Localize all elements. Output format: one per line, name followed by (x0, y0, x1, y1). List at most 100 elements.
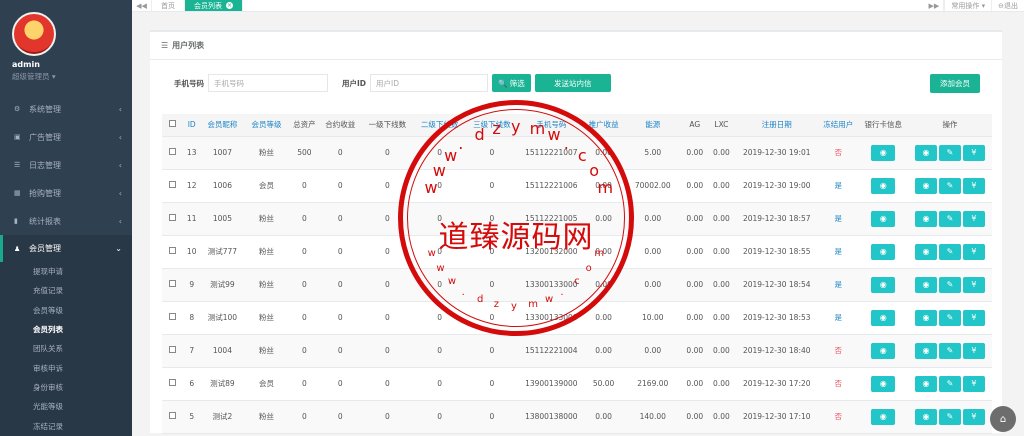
row-checkbox[interactable] (168, 247, 176, 254)
frozen-status[interactable]: 是 (817, 235, 859, 269)
table-cell: 0.00 (623, 202, 683, 236)
tabs-scroll-left-icon[interactable]: ◀◀ (132, 0, 152, 11)
row-checkbox-cell[interactable] (162, 235, 183, 269)
row-checkbox[interactable] (168, 412, 176, 419)
view-button[interactable]: ◉ (914, 375, 937, 392)
table-cell: 13200132000 (518, 235, 585, 269)
row-checkbox-cell[interactable] (162, 202, 183, 236)
row-checkbox-cell[interactable] (162, 169, 183, 203)
edit-button[interactable]: ✎ (938, 375, 961, 392)
view-bank-card-button[interactable]: ◉ (871, 309, 896, 326)
phone-input[interactable]: 手机号码 (208, 74, 328, 92)
tabs-scroll-right-icon[interactable]: ▶▶ (924, 0, 945, 11)
view-button[interactable]: ◉ (914, 243, 937, 260)
money-button[interactable]: ¥ (962, 276, 985, 293)
sidebar-item[interactable]: ⚙ 系统管理 ‹ (0, 95, 132, 123)
frozen-status[interactable]: 是 (817, 169, 859, 203)
tab-home[interactable]: 首页 (152, 0, 185, 11)
money-button[interactable]: ¥ (962, 408, 985, 425)
money-button[interactable]: ¥ (962, 243, 985, 260)
actions-cell: ◉ ✎ ¥ (907, 400, 992, 434)
frozen-status[interactable]: 是 (817, 268, 859, 302)
view-button[interactable]: ◉ (914, 210, 937, 227)
money-button[interactable]: ¥ (962, 144, 985, 161)
edit-button[interactable]: ✎ (938, 408, 961, 425)
row-checkbox[interactable] (168, 346, 176, 353)
submenu-item[interactable]: 充值记录 (0, 281, 132, 300)
edit-button[interactable]: ✎ (938, 342, 961, 359)
edit-button[interactable]: ✎ (938, 144, 961, 161)
gear-icon: ⚙ (14, 105, 21, 113)
column-header: LXC (707, 114, 736, 137)
submenu-item[interactable]: 团队关系 (0, 339, 132, 358)
submenu-item[interactable]: 提现申请 (0, 262, 132, 281)
submenu-item[interactable]: 会员等级 (0, 301, 132, 320)
row-checkbox-cell[interactable] (162, 400, 183, 434)
submenu-item[interactable]: 会员列表 (0, 320, 132, 339)
add-member-button[interactable]: 添加会员 (930, 74, 980, 93)
frozen-status[interactable]: 否 (817, 400, 859, 434)
view-bank-card-button[interactable]: ◉ (871, 210, 896, 227)
edit-button[interactable]: ✎ (938, 309, 961, 326)
submenu-item[interactable]: 光能等级 (0, 397, 132, 416)
user-role-dropdown[interactable]: 超级管理员 ▾ (12, 71, 120, 82)
view-bank-card-button[interactable]: ◉ (871, 342, 896, 359)
sidebar-item[interactable]: ▣ 广告管理 ‹ (0, 123, 132, 151)
view-button[interactable]: ◉ (914, 276, 937, 293)
view-button[interactable]: ◉ (914, 408, 937, 425)
money-button[interactable]: ¥ (962, 375, 985, 392)
edit-button[interactable]: ✎ (938, 210, 961, 227)
view-bank-card-button[interactable]: ◉ (871, 177, 896, 194)
sidebar-item[interactable]: ☰ 日志管理 ‹ (0, 151, 132, 179)
sidebar-item[interactable]: ♟ 会员管理 ⌄ (0, 235, 132, 262)
sidebar-item[interactable]: ▦ 抢购管理 ‹ (0, 179, 132, 207)
view-button[interactable]: ◉ (914, 144, 937, 161)
actions-cell: ◉ ✎ ¥ (907, 202, 992, 236)
row-checkbox-cell[interactable] (162, 334, 183, 368)
view-bank-card-button[interactable]: ◉ (871, 144, 896, 161)
row-checkbox-cell[interactable] (162, 268, 183, 302)
money-button[interactable]: ¥ (962, 177, 985, 194)
edit-button[interactable]: ✎ (938, 177, 961, 194)
view-bank-card-button[interactable]: ◉ (871, 276, 896, 293)
edit-button[interactable]: ✎ (938, 276, 961, 293)
row-checkbox[interactable] (168, 379, 176, 386)
row-checkbox[interactable] (168, 181, 176, 188)
row-checkbox[interactable] (168, 280, 176, 287)
money-button[interactable]: ¥ (962, 210, 985, 227)
view-bank-card-button[interactable]: ◉ (871, 408, 896, 425)
frozen-status[interactable]: 是 (817, 301, 859, 335)
avatar[interactable] (12, 12, 56, 56)
view-bank-card-button[interactable]: ◉ (871, 375, 896, 392)
close-icon[interactable]: × (226, 2, 233, 9)
submenu-item[interactable]: 审核申诉 (0, 358, 132, 377)
view-button[interactable]: ◉ (914, 309, 937, 326)
view-bank-card-button[interactable]: ◉ (871, 243, 896, 260)
row-checkbox[interactable] (168, 214, 176, 221)
row-checkbox-cell[interactable] (162, 136, 183, 170)
select-all-checkbox[interactable] (168, 120, 176, 128)
sidebar-item[interactable]: ▮ 统计报表 ‹ (0, 207, 132, 235)
tab-member-list[interactable]: 会员列表 × (185, 0, 243, 11)
frozen-status[interactable]: 否 (817, 334, 859, 368)
submenu-item[interactable]: 身份审核 (0, 378, 132, 397)
home-fab-button[interactable]: ⌂ (990, 406, 1016, 432)
row-checkbox[interactable] (168, 313, 176, 320)
edit-button[interactable]: ✎ (938, 243, 961, 260)
column-header[interactable] (162, 114, 183, 137)
common-ops-dropdown[interactable]: 常用操作 ▾ (944, 0, 991, 11)
view-button[interactable]: ◉ (914, 177, 937, 194)
logout-button[interactable]: ⊖退出 (991, 0, 1024, 11)
money-button[interactable]: ¥ (962, 309, 985, 326)
money-button[interactable]: ¥ (962, 342, 985, 359)
filter-button[interactable]: 🔍 筛选 (492, 74, 531, 92)
frozen-status[interactable]: 否 (817, 136, 859, 170)
uid-input[interactable]: 用户ID (370, 74, 489, 92)
frozen-status[interactable]: 否 (817, 367, 859, 401)
row-checkbox-cell[interactable] (162, 301, 183, 335)
send-message-button[interactable]: 发送站内信 (534, 74, 611, 92)
row-checkbox[interactable] (168, 148, 176, 155)
row-checkbox-cell[interactable] (162, 367, 183, 401)
frozen-status[interactable]: 是 (817, 202, 859, 236)
view-button[interactable]: ◉ (914, 342, 937, 359)
